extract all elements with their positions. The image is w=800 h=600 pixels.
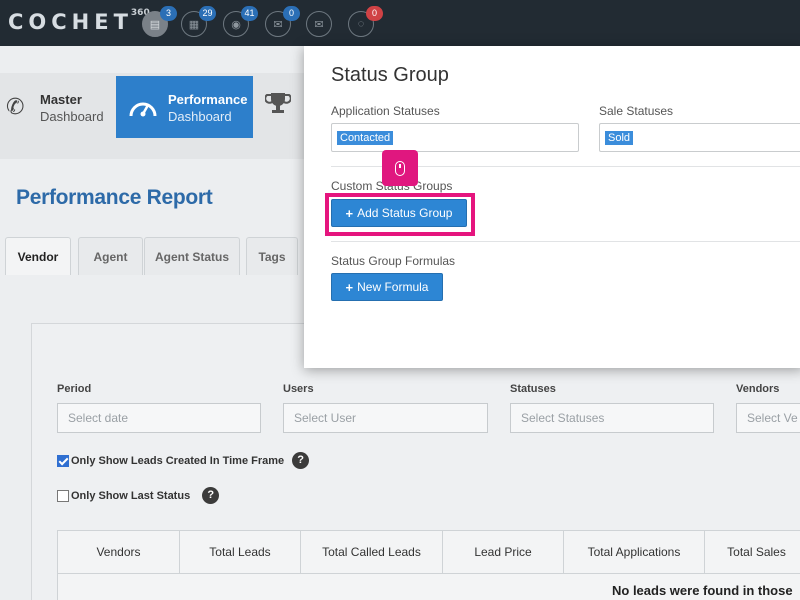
click-highlight [325,193,475,236]
performance-label: Performance [168,92,248,107]
top-bar: COCHET360 ▤ 3 ▦ 29 ◉ 41 ✉ 0 ✉ ◌ 0 [0,0,800,46]
new-formula-button[interactable]: + New Formula [331,273,443,301]
tab-tags[interactable]: Tags [246,237,298,275]
plus-icon: + [345,279,354,295]
dashboard-nav: ✆ Master Dashboard Performance Dashboard [0,73,310,159]
mouse-click-icon [382,150,418,186]
notification-badge: 3 [160,6,177,21]
checkbox-checked[interactable] [57,454,69,467]
open-envelope-icon[interactable]: ✉ [306,11,332,37]
empty-message: No leads were found in those [612,583,793,598]
gauge-icon [128,94,158,126]
vendors-label: Vendors [736,383,780,395]
divider [331,241,800,242]
envelope-icon[interactable]: ✉ 0 [265,6,300,37]
period-select[interactable]: Select date [57,403,261,433]
tab-agent[interactable]: Agent [78,237,143,275]
chat-icon[interactable]: ◉ 41 [223,6,258,37]
notification-badge: 0 [366,6,383,21]
application-statuses-label: Application Statuses [331,104,440,118]
help-icon[interactable]: ? [292,452,310,469]
help-icon[interactable]: ? [202,487,220,504]
column-header[interactable]: Vendors [58,531,180,573]
notification-badge: 29 [199,6,216,21]
status-tag[interactable]: Contacted [337,131,394,145]
tab-vendor[interactable]: Vendor [5,237,71,275]
notification-badge: 41 [241,6,258,21]
statuses-select[interactable]: Select Statuses [510,403,714,433]
checkbox-label: Only Show Last Status [71,489,191,502]
trophy-icon[interactable] [264,91,292,122]
performance-dashboard-link[interactable]: Performance Dashboard [116,76,253,138]
sale-statuses-field[interactable]: Sold [599,123,800,152]
period-label: Period [57,383,92,395]
status-tag[interactable]: Sold [605,131,634,145]
last-status-checkbox[interactable]: Only Show Last Status ? [57,487,220,504]
statuses-label: Statuses [510,383,556,395]
modal-title: Status Group [331,64,449,86]
report-table: Vendors Total Leads Total Called Leads L… [57,530,800,600]
checkbox-unchecked[interactable] [57,489,69,502]
users-select[interactable]: Select User [283,403,488,433]
master-dashboard-link[interactable]: ✆ Master Dashboard [0,76,116,138]
dashboard-label: Dashboard [40,109,104,124]
phone-icon: ✆ [6,94,25,119]
vendors-select[interactable]: Select Ve [736,403,800,433]
logo[interactable]: COCHET360 [8,8,152,34]
dashboard-label: Dashboard [168,109,232,124]
button-label: New Formula [357,280,429,294]
document-icon[interactable]: ▤ 3 [142,6,177,37]
sale-statuses-label: Sale Statuses [599,104,674,118]
users-label: Users [283,383,314,395]
column-header[interactable]: Total Leads [180,531,301,573]
column-header[interactable]: Total Sales [705,531,800,573]
master-label: Master [40,92,82,107]
column-header[interactable]: Total Applications [564,531,705,573]
application-statuses-field[interactable]: Contacted [331,123,579,152]
status-group-formulas-label: Status Group Formulas [331,254,456,268]
header-divider [58,573,800,574]
page-title: Performance Report [16,186,213,209]
notification-badge: 0 [283,6,300,21]
column-header[interactable]: Total Called Leads [301,531,443,573]
created-in-timeframe-checkbox[interactable]: Only Show Leads Created In Time Frame ? [57,452,310,469]
tab-agent-status[interactable]: Agent Status [144,237,240,275]
checkbox-label: Only Show Leads Created In Time Frame [71,454,285,467]
column-header[interactable]: Lead Price [443,531,564,573]
speech-bubble-icon[interactable]: ◌ 0 [348,6,383,37]
chart-file-icon[interactable]: ▦ 29 [181,6,216,37]
